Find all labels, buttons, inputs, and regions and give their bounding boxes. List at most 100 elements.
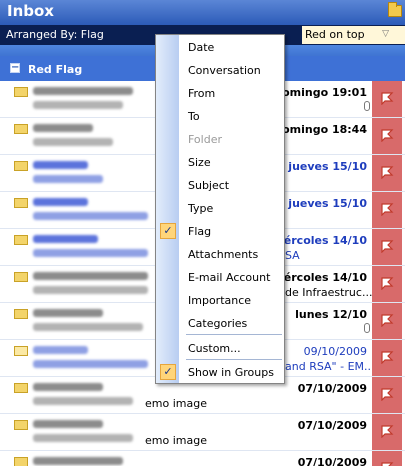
sender-redacted — [33, 420, 103, 428]
red-flag-icon — [381, 425, 394, 438]
flag-column[interactable] — [372, 229, 402, 265]
message-date: 09/10/2009 — [303, 345, 367, 358]
menu-item-label: To — [188, 110, 200, 123]
message-date: jueves 15/10 — [288, 197, 367, 210]
red-flag-icon — [381, 462, 394, 466]
sender-redacted — [33, 309, 103, 317]
flag-column[interactable] — [372, 414, 402, 450]
message-date: 07/10/2009 — [297, 382, 367, 395]
flag-column[interactable] — [372, 155, 402, 191]
folder-icon[interactable] — [388, 2, 402, 17]
menu-item-attachments[interactable]: Attachments — [156, 244, 284, 264]
menu-item-email-account[interactable]: E-mail Account — [156, 267, 284, 287]
sender-redacted — [33, 87, 133, 95]
flag-column[interactable] — [372, 118, 402, 154]
menu-item-label: Subject — [188, 179, 230, 192]
arrange-bar-end — [392, 26, 405, 44]
menu-item-label: Show in Groups — [188, 366, 274, 379]
envelope-icon — [14, 420, 28, 430]
menu-item-to[interactable]: To — [156, 106, 284, 126]
sender-redacted — [33, 161, 88, 169]
flag-column[interactable] — [372, 377, 402, 413]
message-date: domingo 18:44 — [274, 123, 367, 136]
paperclip-icon — [364, 101, 370, 111]
subject-redacted — [33, 286, 148, 294]
menu-item-label: Folder — [188, 133, 222, 146]
red-flag-icon — [381, 351, 394, 364]
message-subject: emo image — [145, 397, 207, 410]
menu-item-flag[interactable]: ✓ Flag — [156, 221, 284, 241]
menu-item-label: Importance — [188, 294, 252, 307]
sender-redacted — [33, 346, 88, 354]
sender-redacted — [33, 198, 88, 206]
menu-item-label: Date — [188, 41, 215, 54]
red-flag-icon — [381, 129, 394, 142]
envelope-icon — [14, 87, 28, 97]
red-flag-icon — [381, 277, 394, 290]
menu-item-subject[interactable]: Subject — [156, 175, 284, 195]
subject-redacted — [33, 323, 143, 331]
envelope-icon — [14, 383, 28, 393]
flag-column[interactable] — [372, 266, 402, 302]
menu-item-label: Custom... — [188, 342, 241, 355]
checkmark-icon: ✓ — [160, 223, 176, 239]
message-subject: emo image — [145, 434, 207, 447]
red-flag-icon — [381, 314, 394, 327]
menu-item-label: Type — [188, 202, 214, 215]
envelope-icon — [14, 457, 28, 466]
flag-column[interactable] — [372, 340, 402, 376]
menu-item-size[interactable]: Size — [156, 152, 284, 172]
subject-redacted — [33, 397, 133, 405]
sort-order-button[interactable]: Red on top ▽ — [302, 26, 392, 44]
menu-separator — [186, 359, 282, 360]
message-row[interactable]: 07/10/2009 — [0, 451, 405, 466]
menu-item-categories[interactable]: Categories — [156, 313, 284, 333]
message-row[interactable]: 07/10/2009 emo image — [0, 414, 405, 451]
subject-redacted — [33, 360, 148, 368]
flag-column[interactable] — [372, 303, 402, 339]
group-label: Red Flag — [28, 63, 83, 76]
sender-redacted — [33, 457, 123, 465]
envelope-icon — [14, 198, 28, 208]
menu-separator — [186, 334, 282, 335]
folder-header: Inbox — [0, 0, 405, 25]
folder-title: Inbox — [7, 2, 54, 20]
subject-redacted — [33, 434, 133, 442]
collapse-group-icon[interactable]: − — [10, 63, 20, 73]
message-date: 07/10/2009 — [297, 456, 367, 466]
message-date: 07/10/2009 — [297, 419, 367, 432]
menu-item-custom[interactable]: Custom... — [156, 338, 284, 358]
menu-item-show-in-groups[interactable]: ✓ Show in Groups — [156, 362, 284, 382]
menu-item-folder: Folder — [156, 129, 284, 149]
arranged-by-label[interactable]: Arranged By: Flag — [6, 28, 104, 41]
message-date: iércoles 14/10 — [280, 271, 367, 284]
envelope-open-icon — [14, 346, 28, 356]
subject-redacted — [33, 175, 103, 183]
menu-item-importance[interactable]: Importance — [156, 290, 284, 310]
arrange-by-context-menu: Date Conversation From To Folder Size Su… — [155, 34, 285, 384]
menu-item-label: E-mail Account — [188, 271, 271, 284]
red-flag-icon — [381, 388, 394, 401]
flag-column[interactable] — [372, 451, 402, 466]
paperclip-icon — [364, 323, 370, 333]
message-subject: de Infraestruc... — [285, 286, 373, 299]
message-subject: SA — [285, 249, 300, 262]
sort-order-label: Red on top — [305, 28, 365, 41]
menu-item-type[interactable]: Type — [156, 198, 284, 218]
menu-item-conversation[interactable]: Conversation — [156, 60, 284, 80]
red-flag-icon — [381, 92, 394, 105]
menu-item-from[interactable]: From — [156, 83, 284, 103]
menu-item-label: From — [188, 87, 216, 100]
message-date: jueves 15/10 — [288, 160, 367, 173]
sender-redacted — [33, 235, 98, 243]
subject-redacted — [33, 101, 123, 109]
menu-item-label: Flag — [188, 225, 212, 238]
menu-item-label: Attachments — [188, 248, 259, 261]
menu-item-date[interactable]: Date — [156, 37, 284, 57]
red-flag-icon — [381, 240, 394, 253]
message-subject: and RSA" - EM... — [285, 360, 375, 373]
flag-column[interactable] — [372, 81, 402, 117]
flag-column[interactable] — [372, 192, 402, 228]
checkmark-icon: ✓ — [160, 364, 176, 380]
envelope-icon — [14, 309, 28, 319]
